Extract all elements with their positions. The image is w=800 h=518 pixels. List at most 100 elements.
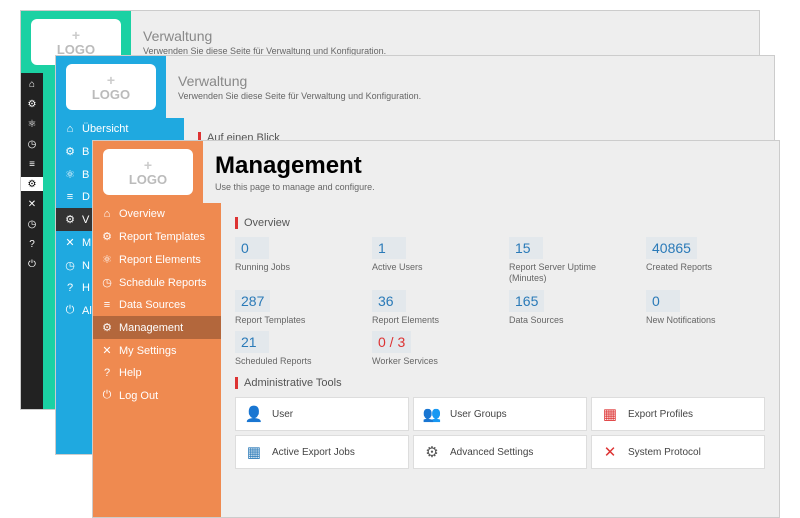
nav-icon[interactable]: ≡ bbox=[25, 157, 39, 171]
nav-icon[interactable]: ◷ bbox=[25, 137, 39, 151]
tool-icon: ✕ bbox=[600, 442, 620, 462]
stat-label: Report Elements bbox=[372, 315, 491, 326]
tools-icon: ✕ bbox=[101, 344, 113, 357]
stat-label: Data Sources bbox=[509, 315, 628, 326]
tool-user[interactable]: 👤 User bbox=[235, 397, 409, 431]
nav-icon[interactable]: ⚛ bbox=[25, 117, 39, 131]
clock-icon: ◷ bbox=[64, 259, 76, 272]
nav-icon-selected[interactable]: ⚙ bbox=[21, 177, 43, 191]
stat-label: Scheduled Reports bbox=[235, 356, 354, 367]
stat-label: Created Reports bbox=[646, 262, 765, 273]
sidebar-item-overview[interactable]: ⌂Overview bbox=[93, 203, 221, 225]
stat-value: 287 bbox=[235, 290, 270, 312]
sidebar-label: Log Out bbox=[119, 390, 158, 402]
logo-placeholder: + LOGO bbox=[103, 149, 193, 195]
sidebar-item-help[interactable]: ? Help bbox=[93, 362, 221, 384]
sidebar-label: Report Elements bbox=[119, 254, 201, 266]
titlebar: + LOGO Verwaltung Verwenden Sie diese Se… bbox=[56, 56, 774, 118]
tools-grid: 👤User👥User Groups▦Export Profiles▦Active… bbox=[235, 397, 765, 469]
tool-label: Advanced Settings bbox=[450, 447, 533, 458]
nav-icon[interactable]: ◷ bbox=[25, 217, 39, 231]
header: Management Use this page to manage and c… bbox=[203, 141, 779, 203]
section-admin-tools: Administrative Tools bbox=[235, 377, 765, 389]
mini-rail: ⌂ ⚙ ⚛ ◷ ≡ ⚙ ✕ ◷ ? ⏻ bbox=[21, 73, 43, 409]
database-icon: ≡ bbox=[64, 191, 76, 203]
sidebar-item-logout[interactable]: ⏻ Log Out bbox=[93, 384, 221, 407]
header: Verwaltung Verwenden Sie diese Seite für… bbox=[166, 56, 774, 118]
sidebar-label: Help bbox=[119, 367, 142, 379]
tool-advanced-settings[interactable]: ⚙ Advanced Settings bbox=[413, 435, 587, 469]
nav-icon[interactable]: ? bbox=[25, 237, 39, 251]
stat-card: 0 / 3Worker Services bbox=[372, 331, 491, 367]
gear-icon: ⚙ bbox=[101, 321, 113, 334]
nav-icon[interactable]: ⚙ bbox=[25, 97, 39, 111]
sidebar-label: Report Templates bbox=[119, 231, 205, 243]
logo-placeholder: + LOGO bbox=[66, 64, 156, 110]
sidebar-item-data-sources[interactable]: ≡Data Sources bbox=[93, 294, 221, 316]
tool-user-groups[interactable]: 👥User Groups bbox=[413, 397, 587, 431]
titlebar: + LOGO Management Use this page to manag… bbox=[93, 141, 779, 203]
stat-value: 1 bbox=[372, 237, 406, 259]
stat-card: 0New Notifications bbox=[646, 290, 765, 326]
window-orange: + LOGO Management Use this page to manag… bbox=[92, 140, 780, 518]
tool-active-export-jobs[interactable]: ▦Active Export Jobs bbox=[235, 435, 409, 469]
power-icon: ⏻ bbox=[64, 304, 76, 317]
stat-value: 0 bbox=[646, 290, 680, 312]
sidebar-label: Übersicht bbox=[82, 123, 128, 135]
sidebar-item-my-settings[interactable]: ✕My Settings bbox=[93, 339, 221, 362]
stat-card: 15Report Server Uptime (Minutes) bbox=[509, 237, 628, 284]
plus-icon: + bbox=[72, 28, 80, 42]
sidebar-label: Schedule Reports bbox=[119, 277, 206, 289]
gear-icon: ⚙ bbox=[64, 213, 76, 226]
stat-value: 40865 bbox=[646, 237, 697, 259]
power-icon: ⏻ bbox=[101, 389, 113, 402]
tool-icon: ⚙ bbox=[422, 442, 442, 462]
tool-icon: 👤 bbox=[244, 404, 264, 424]
sidebar-item-report-elements[interactable]: ⚛ Report Elements bbox=[93, 248, 221, 271]
nodes-icon: ⚛ bbox=[101, 253, 113, 266]
stat-value: 15 bbox=[509, 237, 543, 259]
stat-value: 165 bbox=[509, 290, 544, 312]
tools-icon: ✕ bbox=[64, 236, 76, 249]
sidebar-item-report-templates[interactable]: ⚙ Report Templates bbox=[93, 225, 221, 248]
page-subtitle: Verwenden Sie diese Seite für Verwaltung… bbox=[178, 91, 762, 101]
nav-icon[interactable]: ✕ bbox=[25, 197, 39, 211]
stats-grid: 0Running Jobs1Active Users15Report Serve… bbox=[235, 237, 765, 367]
tool-label: System Protocol bbox=[628, 447, 701, 458]
tool-system-protocol[interactable]: ✕ System Protocol bbox=[591, 435, 765, 469]
sidebar-label: B bbox=[82, 146, 89, 158]
sidebar-item-management[interactable]: ⚙ Management bbox=[93, 316, 221, 339]
sidebar-label: Overview bbox=[119, 208, 165, 220]
page-title: Verwaltung bbox=[143, 28, 747, 44]
sidebar-label: Data Sources bbox=[119, 299, 186, 311]
stat-card: 36Report Elements bbox=[372, 290, 491, 326]
tool-icon: ▦ bbox=[244, 442, 264, 462]
tool-label: User Groups bbox=[450, 409, 507, 420]
sidebar-label: V bbox=[82, 214, 89, 226]
stat-label: Report Templates bbox=[235, 315, 354, 326]
tool-export-profiles[interactable]: ▦Export Profiles bbox=[591, 397, 765, 431]
sidebar-label: Management bbox=[119, 322, 183, 334]
gear-icon: ⚙ bbox=[101, 230, 113, 243]
sidebar-label: H bbox=[82, 282, 90, 294]
tool-label: Export Profiles bbox=[628, 409, 693, 420]
stat-value: 21 bbox=[235, 331, 269, 353]
page-title: Management bbox=[215, 152, 767, 180]
help-icon: ? bbox=[64, 282, 76, 294]
page-subtitle: Use this page to manage and configure. bbox=[215, 182, 767, 192]
help-icon: ? bbox=[101, 367, 113, 379]
tool-label: User bbox=[272, 409, 293, 420]
logo-text: LOGO bbox=[92, 87, 130, 102]
clock-icon: ◷ bbox=[101, 276, 113, 289]
sidebar-item-overview[interactable]: ⌂Übersicht bbox=[56, 118, 184, 140]
sidebar-item-schedule-reports[interactable]: ◷ Schedule Reports bbox=[93, 271, 221, 294]
sidebar-label: D bbox=[82, 191, 90, 203]
sidebar-label: B bbox=[82, 169, 89, 181]
home-icon[interactable]: ⌂ bbox=[25, 77, 39, 91]
power-icon[interactable]: ⏻ bbox=[25, 257, 39, 271]
stat-label: Running Jobs bbox=[235, 262, 354, 273]
stat-card: 287 Report Templates bbox=[235, 290, 354, 326]
stat-card: 40865 Created Reports bbox=[646, 237, 765, 284]
stat-card: 21 Scheduled Reports bbox=[235, 331, 354, 367]
stat-label: Worker Services bbox=[372, 356, 491, 367]
